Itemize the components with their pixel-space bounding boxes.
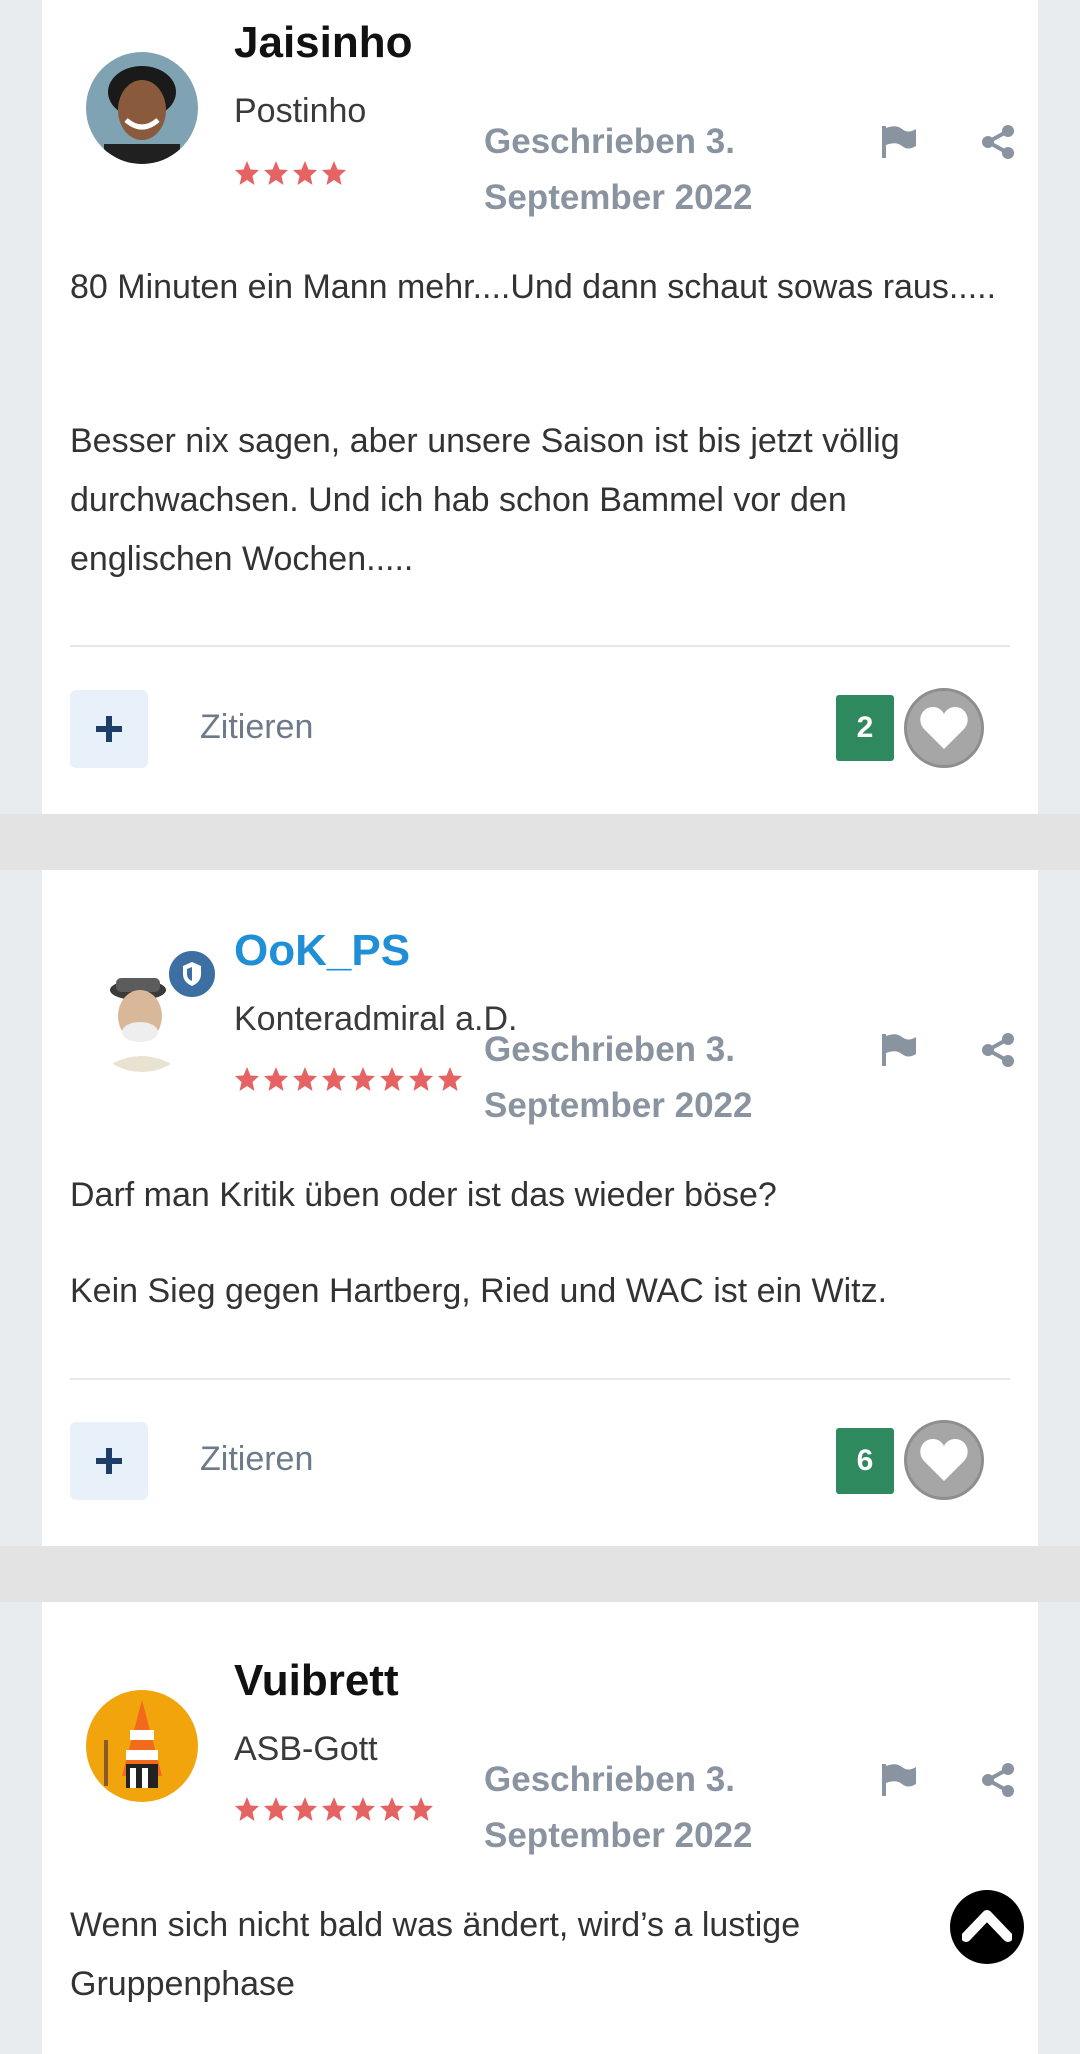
multiquote-button[interactable] [70, 690, 148, 768]
flag-icon[interactable] [878, 1030, 918, 1070]
rank-star-icon [293, 1067, 317, 1091]
rank-star-icon [235, 161, 259, 185]
member-rank: Postinho [234, 92, 367, 130]
quote-button[interactable]: Zitieren [200, 1440, 313, 1479]
rank-star-icon [264, 1067, 288, 1091]
rank-star-icon [235, 1797, 259, 1821]
rank-stars [234, 1066, 463, 1092]
post-card-jaisinho: Jaisinho Postinho Geschrieben 3. Septemb… [42, 0, 1038, 814]
rank-star-icon [351, 1067, 375, 1091]
rank-star-icon [380, 1067, 404, 1091]
share-icon[interactable] [978, 1030, 1018, 1070]
plus-icon [96, 716, 122, 742]
rank-star-icon [293, 161, 317, 185]
rank-star-icon [438, 1067, 462, 1091]
post-paragraph: Darf man Kritik üben oder ist das wieder… [70, 1176, 777, 1214]
heart-icon [920, 707, 968, 749]
post-paragraph: Wenn sich nicht bald was ändert, wird’s … [70, 1906, 801, 2003]
rank-star-icon [322, 1797, 346, 1821]
post-paragraph: Kein Sieg gegen Hartberg, Ried und WAC i… [70, 1272, 888, 1310]
reaction-count-badge[interactable]: 2 [836, 695, 894, 761]
rank-star-icon [322, 1067, 346, 1091]
divider [70, 1378, 1010, 1380]
rank-star-icon [264, 161, 288, 185]
reaction-count-badge[interactable]: 6 [836, 1428, 894, 1494]
member-rank: Konteradmiral a.D. [234, 1000, 518, 1038]
scroll-to-top-button[interactable] [950, 1890, 1024, 1964]
rank-stars [234, 160, 347, 186]
rank-star-icon [351, 1797, 375, 1821]
rank-star-icon [409, 1797, 433, 1821]
post-date[interactable]: Geschrieben 3. September 2022 [484, 1022, 784, 1134]
post-paragraph: 80 Minuten ein Mann mehr....Und dann sch… [70, 268, 997, 306]
chevron-up-icon [962, 1910, 1012, 1942]
share-icon[interactable] [978, 1760, 1018, 1800]
rank-star-icon [380, 1797, 404, 1821]
post-separator [0, 814, 1080, 870]
rank-stars [234, 1796, 434, 1822]
rank-star-icon [322, 161, 346, 185]
heart-icon [920, 1439, 968, 1481]
author-name[interactable]: Vuibrett [234, 1656, 399, 1706]
post-date[interactable]: Geschrieben 3. September 2022 [484, 114, 784, 226]
avatar[interactable] [86, 52, 198, 164]
divider [70, 645, 1010, 647]
avatar[interactable] [86, 1690, 198, 1802]
member-rank: ASB-Gott [234, 1730, 378, 1768]
post-separator [0, 1546, 1080, 1602]
quote-button[interactable]: Zitieren [200, 708, 313, 747]
post-card-ook-ps: OoK_PS Konteradmiral a.D. Geschrieben 3.… [42, 870, 1038, 1546]
moderator-shield-icon [166, 948, 218, 1000]
flag-icon[interactable] [878, 122, 918, 162]
rank-star-icon [409, 1067, 433, 1091]
rank-star-icon [264, 1797, 288, 1821]
author-name[interactable]: Jaisinho [234, 18, 413, 68]
plus-icon [96, 1448, 122, 1474]
post-card-vuibrett: Vuibrett ASB-Gott Geschrieben 3. Septemb… [42, 1602, 1038, 2054]
rank-star-icon [293, 1797, 317, 1821]
flag-icon[interactable] [878, 1760, 918, 1800]
post-paragraph: Besser nix sagen, aber unsere Saison ist… [70, 422, 900, 578]
author-name[interactable]: OoK_PS [234, 926, 410, 976]
like-button[interactable] [904, 1420, 984, 1500]
rank-star-icon [235, 1067, 259, 1091]
share-icon[interactable] [978, 122, 1018, 162]
post-date[interactable]: Geschrieben 3. September 2022 [484, 1752, 784, 1864]
like-button[interactable] [904, 688, 984, 768]
multiquote-button[interactable] [70, 1422, 148, 1500]
